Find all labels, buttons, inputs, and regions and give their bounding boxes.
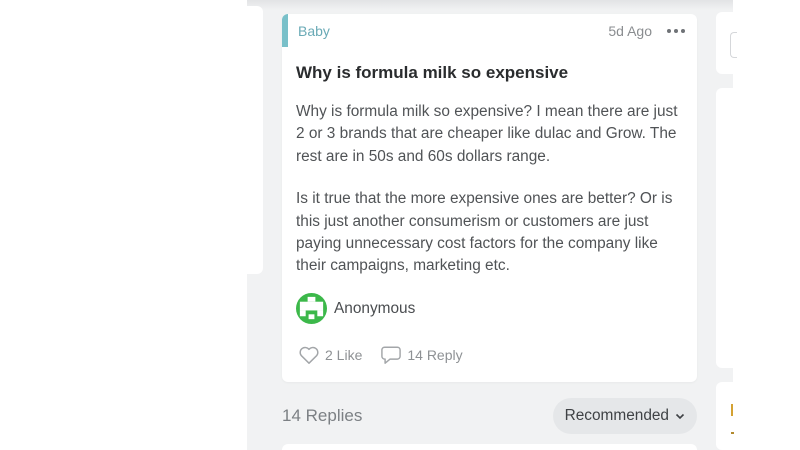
right-sidebar-card — [716, 382, 734, 450]
post-body: Why is formula milk so expensive? I mean… — [296, 101, 688, 278]
like-count: 2 Like — [325, 347, 363, 363]
comment-bubble-icon — [381, 346, 402, 364]
right-sidebar-search-box[interactable] — [730, 32, 737, 58]
post-actions: 2 Like 14 Reply — [298, 345, 463, 365]
category-accent-bar — [282, 14, 288, 47]
sort-dropdown[interactable]: Recommended — [552, 398, 697, 434]
replies-header: 14 Replies Recommended — [282, 398, 697, 434]
post-title: Why is formula milk so expensive — [296, 63, 569, 82]
reply-card — [282, 444, 697, 450]
anonymous-avatar-icon — [296, 293, 327, 324]
right-sidebar-marker — [731, 432, 734, 434]
post-category[interactable]: Baby — [298, 23, 330, 39]
post-body-paragraph: Is it true that the more expensive ones … — [296, 190, 673, 275]
sort-label: Recommended — [564, 407, 669, 424]
post-card: Baby 5d Ago Why is formula milk so expen… — [282, 14, 697, 382]
reply-button[interactable]: 14 Reply — [380, 345, 463, 365]
header-shadow — [247, 0, 733, 10]
chevron-down-icon — [675, 413, 685, 419]
post-body-paragraph: Why is formula milk so expensive? I mean… — [296, 103, 678, 165]
reply-count: 14 Reply — [407, 347, 463, 363]
right-sidebar-card — [716, 88, 733, 368]
more-options-icon[interactable] — [667, 27, 685, 35]
author-name[interactable]: Anonymous — [334, 300, 415, 318]
replies-count: 14 Replies — [282, 406, 363, 425]
post-author: Anonymous — [296, 293, 415, 324]
right-sidebar-card — [716, 12, 737, 74]
left-sidebar-card — [247, 6, 263, 274]
post-time: 5d Ago — [608, 23, 652, 39]
like-button[interactable]: 2 Like — [298, 345, 362, 365]
heart-outline-icon — [299, 346, 319, 364]
right-sidebar-marker — [731, 404, 733, 416]
